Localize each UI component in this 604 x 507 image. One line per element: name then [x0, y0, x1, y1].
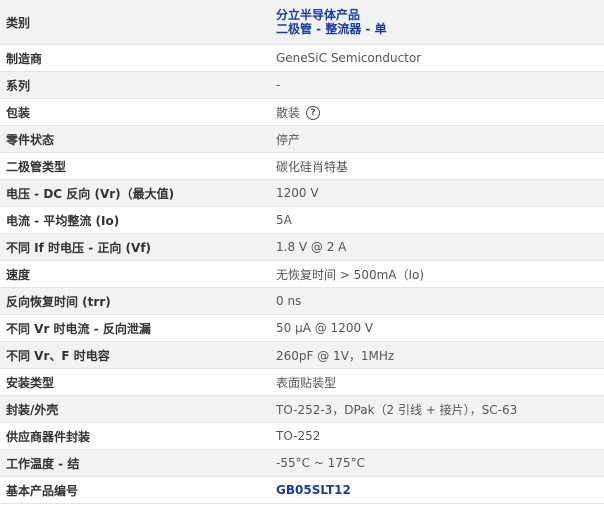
spec-value: 1.8 V @ 2 A [276, 240, 347, 254]
spec-row-manufacturer: 制造商 GeneSiC Semiconductor [0, 44, 604, 72]
spec-value: 散装? [267, 99, 604, 126]
spec-value: 50 µA @ 1200 V [276, 321, 374, 335]
spec-label: 制造商 [6, 51, 43, 66]
spec-label: 电压 - DC 反向 (Vr)（最大值) [6, 186, 175, 201]
category-link-rectifier-single[interactable]: 二极管 - 整流器 - 单 [276, 22, 604, 36]
spec-value: TO-252 [276, 429, 321, 443]
packaging-value: 散装 [276, 105, 301, 120]
spec-row-voltage-dc-reverse: 电压 - DC 反向 (Vr)（最大值) 1200 V [0, 179, 604, 207]
spec-label: 系列 [6, 78, 31, 93]
spec-value: 5A [276, 213, 292, 227]
spec-label: 二极管类型 [6, 159, 67, 174]
category-link-discrete[interactable]: 分立半导体产品 [276, 8, 604, 22]
spec-row-operating-temp: 工作温度 - 结 -55°C ~ 175°C [0, 449, 604, 477]
spec-label: 工作温度 - 结 [6, 456, 80, 471]
base-part-number-link[interactable]: GB05SLT12 [276, 483, 351, 497]
spec-label: 供应商器件封装 [6, 429, 91, 444]
spec-label: 反向恢复时间 (trr) [6, 294, 111, 309]
spec-value: 碳化硅肖特基 [276, 159, 349, 174]
spec-value: 表面贴装型 [276, 375, 337, 390]
spec-value: 无恢复时间 > 500mA（Io) [276, 267, 425, 282]
spec-label: 不同 If 时电压 - 正向 (Vf) [6, 240, 152, 255]
help-icon[interactable]: ? [306, 106, 321, 120]
spec-value: 1200 V [276, 186, 319, 200]
spec-label: 速度 [6, 267, 31, 282]
spec-row-supplier-package: 供应商器件封装 TO-252 [0, 422, 604, 450]
spec-value: - [276, 78, 281, 92]
spec-label: 不同 Vr 时电流 - 反向泄漏 [6, 321, 151, 336]
spec-value: 260pF @ 1V，1MHz [276, 348, 395, 363]
spec-row-reverse-recovery-time: 反向恢复时间 (trr) 0 ns [0, 287, 604, 315]
spec-row-diode-type: 二极管类型 碳化硅肖特基 [0, 152, 604, 180]
spec-value: 分立半导体产品 二极管 - 整流器 - 单 [267, 0, 604, 45]
spec-label: 零件状态 [6, 132, 55, 147]
spec-label: 类别 [6, 15, 31, 30]
spec-value: -55°C ~ 175°C [276, 456, 365, 470]
spec-label: 不同 Vr、F 时电容 [6, 348, 110, 363]
spec-value: TO-252-3，DPak（2 引线 + 接片），SC-63 [276, 402, 518, 417]
spec-value: GB05SLT12 [267, 477, 604, 504]
spec-row-part-status: 零件状态 停产 [0, 125, 604, 153]
spec-row-mounting-type: 安装类型 表面贴装型 [0, 368, 604, 396]
spec-label: 封装/外壳 [6, 402, 59, 417]
spec-row-package-case: 封装/外壳 TO-252-3，DPak（2 引线 + 接片），SC-63 [0, 395, 604, 423]
spec-label: 安装类型 [6, 375, 55, 390]
spec-label: 电流 - 平均整流 (Io) [6, 213, 120, 228]
spec-row-packaging: 包装 散装? [0, 98, 604, 126]
spec-value: GeneSiC Semiconductor [276, 51, 422, 65]
product-spec-table: 类别 分立半导体产品 二极管 - 整流器 - 单 制造商 GeneSiC Sem… [0, 0, 604, 504]
spec-row-reverse-leakage: 不同 Vr 时电流 - 反向泄漏 50 µA @ 1200 V [0, 314, 604, 342]
spec-value: 停产 [276, 132, 301, 147]
spec-label: 包装 [6, 105, 31, 120]
spec-row-category: 类别 分立半导体产品 二极管 - 整流器 - 单 [0, 0, 604, 45]
spec-row-current-avg-rectified: 电流 - 平均整流 (Io) 5A [0, 206, 604, 234]
spec-row-series: 系列 - [0, 71, 604, 99]
spec-label: 基本产品编号 [6, 483, 79, 498]
spec-row-speed: 速度 无恢复时间 > 500mA（Io) [0, 260, 604, 288]
spec-row-capacitance: 不同 Vr、F 时电容 260pF @ 1V，1MHz [0, 341, 604, 369]
spec-row-forward-voltage: 不同 If 时电压 - 正向 (Vf) 1.8 V @ 2 A [0, 233, 604, 261]
spec-value: 0 ns [276, 294, 302, 308]
spec-row-base-part-number: 基本产品编号 GB05SLT12 [0, 476, 604, 504]
